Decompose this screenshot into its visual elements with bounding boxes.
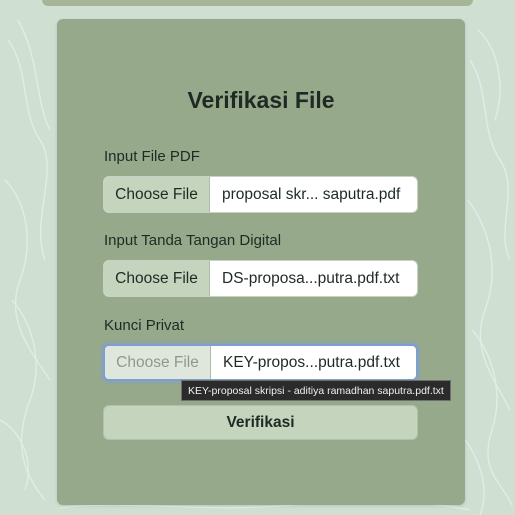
header-strip	[42, 0, 473, 6]
signature-file-input[interactable]: Choose File DS-proposa...putra.pdf.txt	[103, 260, 418, 297]
signature-file-name: DS-proposa...putra.pdf.txt	[222, 269, 400, 287]
private-key-label: Kunci Privat	[104, 317, 185, 334]
verification-card: Verifikasi File Input File PDF Choose Fi…	[57, 19, 465, 505]
pdf-file-input[interactable]: Choose File proposal skr... saputra.pdf	[103, 176, 418, 213]
pdf-file-label: Input File PDF	[104, 148, 200, 165]
signature-choose-file-button[interactable]: Choose File	[104, 261, 210, 296]
signature-file-label: Input Tanda Tangan Digital	[104, 232, 282, 249]
verify-button[interactable]: Verifikasi	[103, 405, 418, 440]
pdf-file-name: proposal skr... saputra.pdf	[222, 185, 401, 203]
page-title: Verifikasi File	[187, 87, 335, 113]
private-key-file-name: KEY-propos...putra.pdf.txt	[223, 353, 400, 371]
private-key-file-input[interactable]: Choose File KEY-propos...putra.pdf.txt	[103, 344, 418, 381]
private-key-choose-file-button[interactable]: Choose File	[105, 346, 211, 379]
file-name-tooltip: KEY-proposal skripsi - aditiya ramadhan …	[181, 380, 451, 401]
pdf-choose-file-button[interactable]: Choose File	[104, 177, 210, 212]
